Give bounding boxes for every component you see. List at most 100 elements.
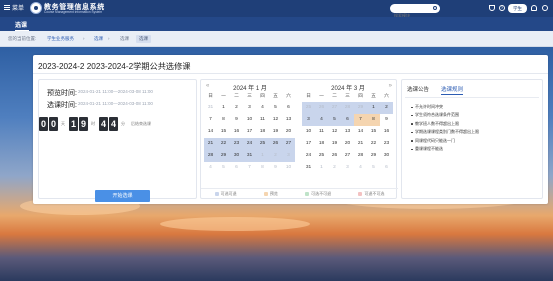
bell-icon[interactable]	[531, 5, 537, 11]
calendar-day[interactable]: 29	[217, 150, 230, 162]
calendar-day[interactable]: 4	[354, 162, 367, 174]
calendar-day[interactable]: 1	[367, 102, 380, 114]
calendar-day[interactable]: 1	[315, 162, 328, 174]
calendar-day[interactable]: 24	[243, 138, 256, 150]
tab-rules[interactable]: 选课规则	[441, 85, 464, 95]
calendar-day[interactable]: 29	[354, 102, 367, 114]
calendar-day[interactable]: 8	[217, 114, 230, 126]
calendar-day[interactable]: 19	[269, 126, 282, 138]
calendar-day[interactable]: 4	[204, 162, 217, 174]
calendar-day[interactable]: 27	[341, 150, 354, 162]
calendar-day[interactable]: 23	[230, 138, 243, 150]
calendar-day[interactable]: 23	[380, 138, 393, 150]
calendar-day[interactable]: 20	[282, 126, 295, 138]
calendar-day[interactable]: 27	[328, 102, 341, 114]
calendar-day[interactable]: 11	[256, 114, 269, 126]
calendar-day[interactable]: 25	[256, 138, 269, 150]
menu-button[interactable]: 菜单	[4, 3, 24, 12]
calendar-day[interactable]: 9	[380, 114, 393, 126]
calendar-day[interactable]: 13	[341, 126, 354, 138]
calendar-day[interactable]: 30	[230, 150, 243, 162]
calendar-day[interactable]: 2	[380, 102, 393, 114]
calendar-day[interactable]: 14	[204, 126, 217, 138]
calendar-day[interactable]: 28	[204, 150, 217, 162]
calendar-day[interactable]: 10	[282, 162, 295, 174]
tab-announcements[interactable]: 选课公告	[407, 85, 429, 93]
tab-xuanke[interactable]: 选课	[15, 20, 30, 31]
calendar-day[interactable]: 28	[341, 102, 354, 114]
breadcrumb-page[interactable]: 选课	[94, 36, 103, 42]
next-month-icon[interactable]: »	[389, 83, 392, 89]
calendar-day[interactable]: 31	[243, 150, 256, 162]
calendar-day[interactable]: 8	[256, 162, 269, 174]
calendar-day[interactable]: 21	[204, 138, 217, 150]
calendar-day[interactable]: 6	[341, 114, 354, 126]
calendar-day[interactable]: 2	[269, 150, 282, 162]
shield-icon[interactable]	[489, 5, 495, 11]
calendar-day[interactable]: 30	[380, 150, 393, 162]
search-box[interactable]	[390, 4, 440, 20]
user-icon[interactable]	[542, 5, 548, 11]
calendar-day[interactable]: 25	[315, 150, 328, 162]
calendar-day[interactable]: 5	[217, 162, 230, 174]
calendar-day[interactable]: 12	[269, 114, 282, 126]
calendar-day[interactable]: 9	[269, 162, 282, 174]
calendar-day[interactable]: 1	[217, 102, 230, 114]
calendar-day[interactable]: 12	[328, 126, 341, 138]
search-icon[interactable]	[433, 6, 437, 10]
calendar-day[interactable]: 3	[302, 114, 315, 126]
role-select[interactable]: 学生	[508, 4, 527, 13]
calendar-day[interactable]: 4	[315, 114, 328, 126]
calendar-day[interactable]: 16	[230, 126, 243, 138]
calendar-day[interactable]: 5	[269, 102, 282, 114]
calendar-day[interactable]: 5	[328, 114, 341, 126]
calendar-day[interactable]: 20	[341, 138, 354, 150]
calendar-day[interactable]: 17	[302, 138, 315, 150]
calendar-day[interactable]: 9	[230, 114, 243, 126]
calendar-day[interactable]: 25	[302, 102, 315, 114]
calendar-day[interactable]: 16	[380, 126, 393, 138]
start-selection-button[interactable]: 开始选课	[95, 190, 150, 202]
calendar-day[interactable]: 13	[282, 114, 295, 126]
prev-month-icon[interactable]: «	[206, 83, 209, 89]
calendar-day[interactable]: 7	[204, 114, 217, 126]
calendar-day[interactable]: 2	[230, 102, 243, 114]
calendar-day[interactable]: 4	[256, 102, 269, 114]
calendar-day[interactable]: 7	[243, 162, 256, 174]
help-icon[interactable]: ?	[499, 5, 505, 11]
calendar-day[interactable]: 11	[315, 126, 328, 138]
calendar-day[interactable]: 26	[315, 102, 328, 114]
calendar-day[interactable]: 28	[354, 150, 367, 162]
calendar-day[interactable]: 22	[367, 138, 380, 150]
calendar-day[interactable]: 27	[282, 138, 295, 150]
calendar-day[interactable]: 7	[354, 114, 367, 126]
calendar-day[interactable]: 24	[302, 150, 315, 162]
calendar-day[interactable]: 3	[243, 102, 256, 114]
calendar-day[interactable]: 6	[282, 102, 295, 114]
calendar-day[interactable]: 17	[243, 126, 256, 138]
calendar-day[interactable]: 15	[217, 126, 230, 138]
calendar-day[interactable]: 5	[367, 162, 380, 174]
calendar-day[interactable]: 8	[367, 114, 380, 126]
calendar-day[interactable]: 19	[328, 138, 341, 150]
calendar-day[interactable]: 21	[354, 138, 367, 150]
calendar-day[interactable]: 15	[367, 126, 380, 138]
calendar-day[interactable]: 10	[302, 126, 315, 138]
calendar-day[interactable]: 26	[269, 138, 282, 150]
calendar-day[interactable]: 31	[302, 162, 315, 174]
calendar-day[interactable]: 3	[341, 162, 354, 174]
calendar-day[interactable]: 10	[243, 114, 256, 126]
calendar-day[interactable]: 6	[380, 162, 393, 174]
calendar-day[interactable]: 18	[315, 138, 328, 150]
calendar-day[interactable]: 26	[328, 150, 341, 162]
calendar-day[interactable]: 18	[256, 126, 269, 138]
calendar-day[interactable]: 6	[230, 162, 243, 174]
breadcrumb-module[interactable]: 学生业务服务	[47, 36, 74, 42]
calendar-day[interactable]: 14	[354, 126, 367, 138]
calendar-day[interactable]: 2	[328, 162, 341, 174]
calendar-day[interactable]: 29	[367, 150, 380, 162]
calendar-day[interactable]: 31	[204, 102, 217, 114]
calendar-day[interactable]: 3	[282, 150, 295, 162]
calendar-day[interactable]: 1	[256, 150, 269, 162]
calendar-day[interactable]: 22	[217, 138, 230, 150]
